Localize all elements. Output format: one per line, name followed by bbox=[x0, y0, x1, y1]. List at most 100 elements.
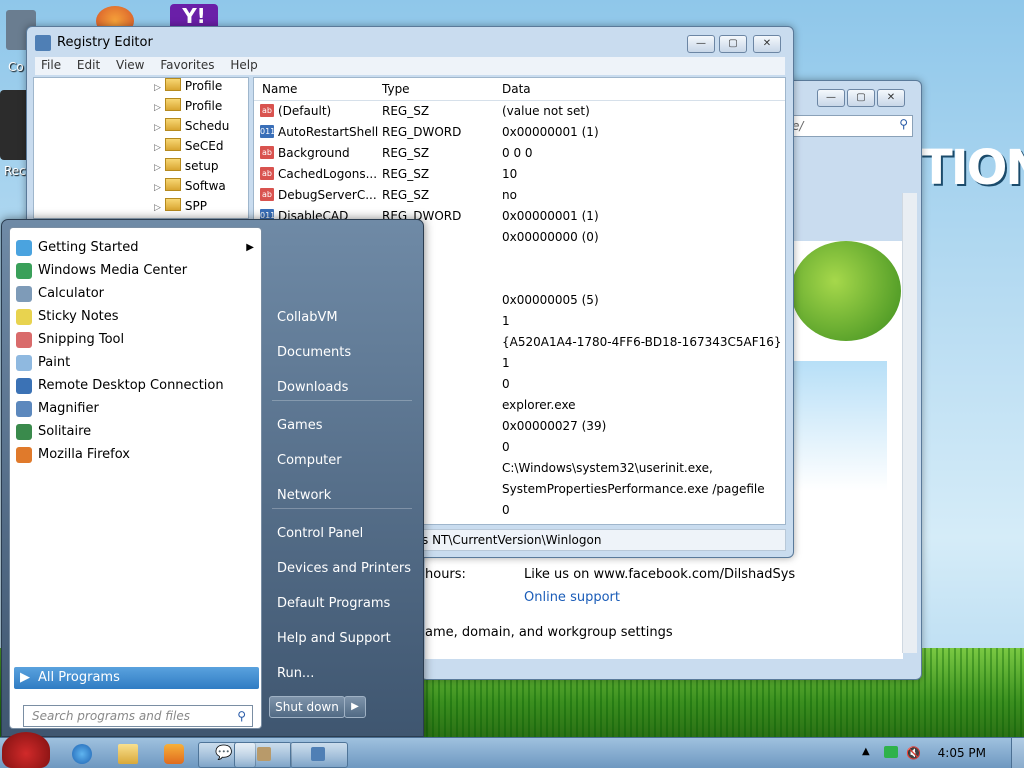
program-item[interactable]: Magnifier bbox=[14, 398, 254, 420]
tree-item[interactable]: ▷ Schedu bbox=[154, 118, 229, 138]
value-type: REG_DWORD bbox=[382, 125, 462, 139]
start-orb-icon[interactable] bbox=[2, 732, 50, 768]
value-data: no bbox=[502, 188, 517, 202]
shutdown-options-button[interactable]: ▶ bbox=[344, 696, 366, 718]
folder-icon bbox=[164, 178, 181, 191]
program-item[interactable]: Remote Desktop Connection bbox=[14, 375, 254, 397]
tree-item-label: setup bbox=[184, 159, 219, 173]
search-icon[interactable]: ⚲ bbox=[237, 706, 246, 726]
explorer-folder-icon[interactable] bbox=[118, 744, 138, 764]
tree-expand-icon[interactable]: ▷ bbox=[154, 163, 161, 173]
shutdown-button[interactable]: Shut down bbox=[269, 696, 345, 718]
registry-close-button[interactable]: ✕ bbox=[753, 35, 781, 53]
menu-edit[interactable]: Edit bbox=[71, 57, 106, 73]
registry-value-row[interactable]: ab CachedLogons... REG_SZ 10 bbox=[254, 164, 785, 185]
tree-expand-icon[interactable]: ▷ bbox=[154, 203, 161, 213]
tree-item[interactable]: ▷ SPP bbox=[154, 198, 207, 218]
program-item[interactable]: Sticky Notes bbox=[14, 306, 254, 328]
program-label: Getting Started bbox=[38, 240, 139, 255]
media-player-icon[interactable] bbox=[164, 744, 184, 764]
tree-item[interactable]: ▷ Profile bbox=[154, 78, 222, 98]
start-right-item[interactable]: Computer bbox=[277, 453, 342, 468]
background-minimize-button[interactable]: — bbox=[817, 89, 845, 107]
registry-tree[interactable]: ▷ Profile ▷ Profile ▷ Schedu ▷ SeCEd ▷ setup … bbox=[33, 77, 249, 219]
value-name: CachedLogons... bbox=[278, 167, 378, 181]
taskbar-button-registry[interactable] bbox=[290, 742, 348, 768]
string-value-icon: ab bbox=[260, 188, 274, 201]
value-data: SystemPropertiesPerformance.exe /pagefil… bbox=[502, 482, 765, 496]
folder-icon bbox=[164, 138, 181, 151]
registry-minimize-button[interactable]: — bbox=[687, 35, 715, 53]
taskbar: 💬 ▲ 🔇 4:05 PM bbox=[0, 732, 1024, 768]
background-close-button[interactable]: ✕ bbox=[877, 89, 905, 107]
show-desktop-button[interactable] bbox=[1011, 738, 1024, 768]
speech-bubble-icon: 💬 bbox=[215, 745, 233, 761]
start-right-item[interactable]: Default Programs bbox=[277, 596, 390, 611]
program-icon bbox=[16, 424, 32, 440]
start-right-item[interactable]: CollabVM bbox=[277, 310, 338, 325]
internet-explorer-icon[interactable] bbox=[72, 744, 92, 764]
program-icon bbox=[16, 447, 32, 463]
program-item[interactable]: Paint bbox=[14, 352, 254, 374]
column-type[interactable]: Type bbox=[382, 82, 410, 96]
program-item[interactable]: Solitaire bbox=[14, 421, 254, 443]
registry-value-row[interactable]: ab Background REG_SZ 0 0 0 bbox=[254, 143, 785, 164]
registry-maximize-button[interactable]: ▢ bbox=[719, 35, 747, 53]
network-icon[interactable] bbox=[884, 746, 898, 758]
desktop-icon-recycle-label: Rec bbox=[4, 164, 26, 178]
start-right-item[interactable]: Control Panel bbox=[277, 526, 363, 541]
start-right-item[interactable]: Devices and Printers bbox=[277, 561, 411, 576]
value-type: REG_SZ bbox=[382, 146, 430, 160]
start-right-item[interactable]: Documents bbox=[277, 345, 351, 360]
program-icon bbox=[16, 286, 32, 302]
program-item[interactable]: Snipping Tool bbox=[14, 329, 254, 351]
start-right-item[interactable]: Games bbox=[277, 418, 322, 433]
registry-title: Registry Editor bbox=[57, 35, 153, 50]
start-right-item[interactable]: Run... bbox=[277, 666, 314, 681]
registry-value-row[interactable]: ab (Default) REG_SZ (value not set) bbox=[254, 101, 785, 122]
menu-favorites[interactable]: Favorites bbox=[154, 57, 220, 73]
menu-help[interactable]: Help bbox=[224, 57, 263, 73]
registry-menubar: File Edit View Favorites Help bbox=[35, 57, 785, 75]
tree-item[interactable]: ▷ setup bbox=[154, 158, 218, 178]
all-programs-label: All Programs bbox=[38, 670, 120, 685]
tree-expand-icon[interactable]: ▷ bbox=[154, 143, 161, 153]
column-data[interactable]: Data bbox=[502, 82, 531, 96]
all-programs-button[interactable]: ▶ All Programs bbox=[14, 667, 259, 689]
start-right-item[interactable]: Downloads bbox=[277, 380, 348, 395]
start-search-input[interactable]: Search programs and files ⚲ bbox=[23, 705, 253, 727]
column-name[interactable]: Name bbox=[262, 82, 297, 96]
background-search-box[interactable]: e/ ⚲ bbox=[787, 115, 913, 137]
binary-value-icon: 011 bbox=[260, 125, 276, 138]
menu-view[interactable]: View bbox=[110, 57, 150, 73]
menu-file[interactable]: File bbox=[35, 57, 67, 73]
tree-item[interactable]: ▷ Softwa bbox=[154, 178, 226, 198]
value-type: REG_SZ bbox=[382, 104, 430, 118]
tray-expand-icon[interactable]: ▲ bbox=[862, 746, 870, 757]
value-data: 1 bbox=[502, 314, 510, 328]
value-data: 10 bbox=[502, 167, 518, 181]
tree-expand-icon[interactable]: ▷ bbox=[154, 83, 161, 93]
program-item[interactable]: Windows Media Center bbox=[14, 260, 254, 282]
volume-muted-icon[interactable]: 🔇 bbox=[906, 746, 921, 760]
registry-value-row[interactable]: 011 AutoRestartShell REG_DWORD 0x00000001 (… bbox=[254, 122, 785, 143]
search-icon[interactable]: ⚲ bbox=[899, 117, 908, 131]
tree-expand-icon[interactable]: ▷ bbox=[154, 123, 161, 133]
registry-value-row[interactable]: ab DebugServerC... REG_SZ no bbox=[254, 185, 785, 206]
program-item[interactable]: Calculator bbox=[14, 283, 254, 305]
tree-item[interactable]: ▷ Profile bbox=[154, 98, 222, 118]
taskbar-clock[interactable]: 4:05 PM bbox=[938, 746, 986, 760]
online-support-link[interactable]: Online support bbox=[524, 590, 620, 605]
taskbar-button-tool[interactable] bbox=[234, 742, 292, 768]
tree-item[interactable]: ▷ SeCEd bbox=[154, 138, 224, 158]
background-maximize-button[interactable]: ▢ bbox=[847, 89, 875, 107]
background-scrollbar[interactable] bbox=[902, 193, 917, 653]
program-item[interactable]: Mozilla Firefox bbox=[14, 444, 254, 466]
tree-item-label: SPP bbox=[184, 199, 208, 213]
value-type: REG_SZ bbox=[382, 167, 430, 181]
program-item[interactable]: Getting Started ▶ bbox=[14, 237, 254, 259]
tree-expand-icon[interactable]: ▷ bbox=[154, 103, 161, 113]
start-right-item[interactable]: Network bbox=[277, 488, 331, 503]
start-right-item[interactable]: Help and Support bbox=[277, 631, 391, 646]
tree-expand-icon[interactable]: ▷ bbox=[154, 183, 161, 193]
